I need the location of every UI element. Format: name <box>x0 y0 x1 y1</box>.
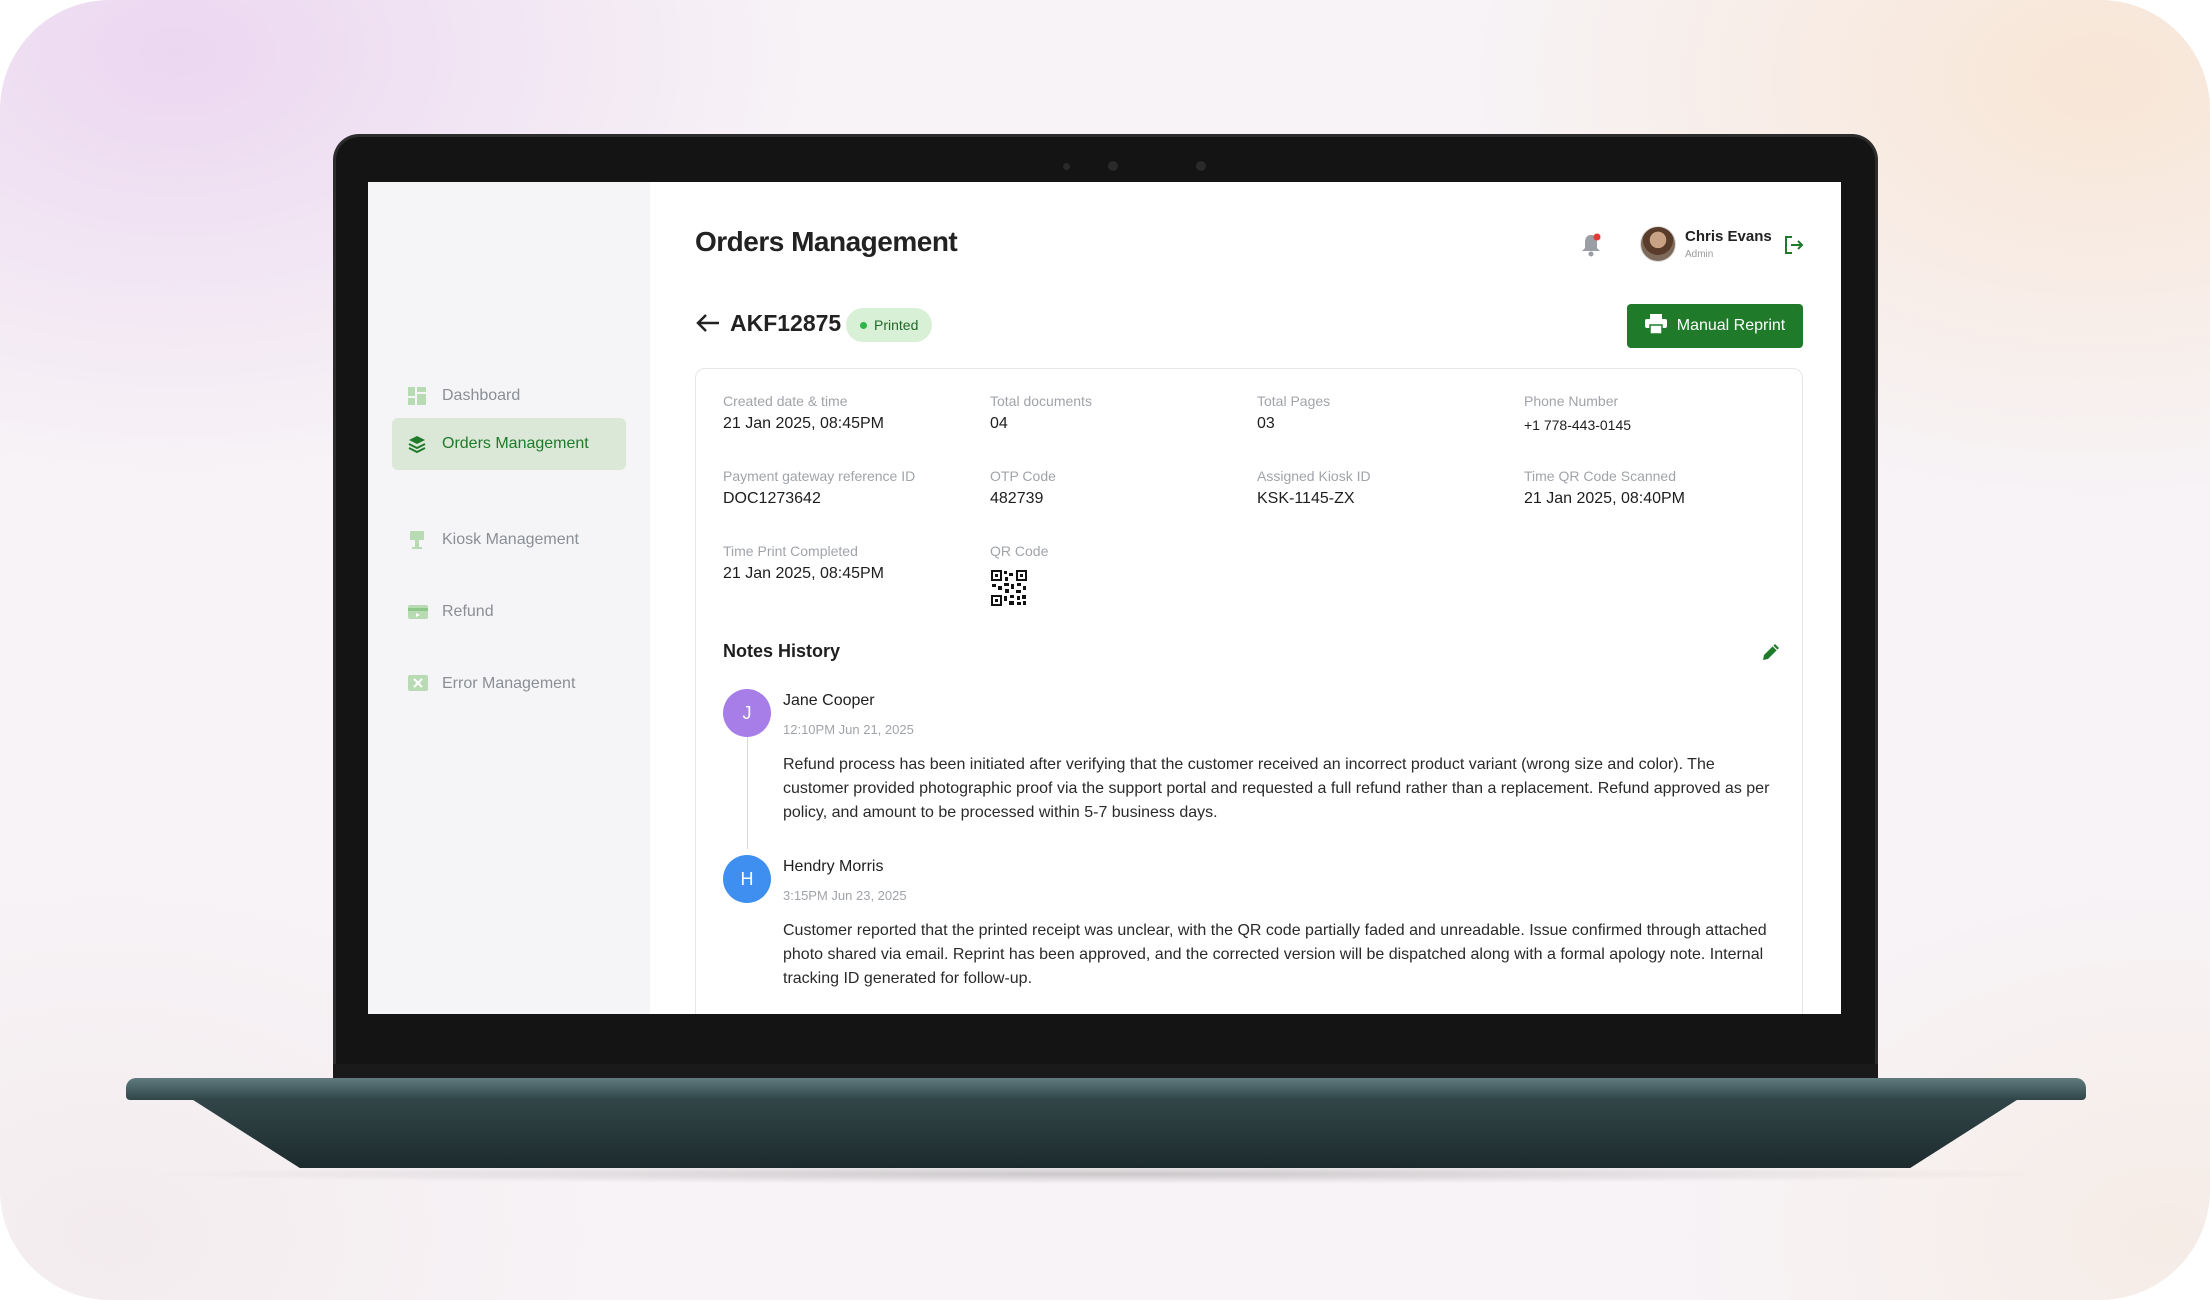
bell-icon[interactable] <box>1580 232 1602 258</box>
status-badge: Printed <box>846 308 933 342</box>
printer-icon <box>1644 313 1667 339</box>
laptop-shadow <box>140 1164 2070 1184</box>
field-value: 04 <box>990 415 1008 432</box>
field-label: Created date & time <box>723 393 848 409</box>
field-label: Assigned Kiosk ID <box>1257 468 1371 484</box>
manual-reprint-button[interactable]: Manual Reprint <box>1627 304 1803 348</box>
print-completed-field: Time Print Completed 21 Jan 2025, 08:45P… <box>723 543 983 583</box>
total-documents-field: Total documents 04 <box>990 393 1250 433</box>
note-text: Refund process has been initiated after … <box>783 756 1770 821</box>
error-icon <box>408 675 428 693</box>
field-label: Total Pages <box>1257 393 1331 409</box>
app-screen: Dashboard Orders Management Kiosk Manage… <box>368 182 1841 1014</box>
refund-icon <box>408 603 428 621</box>
sidebar-item-dashboard[interactable]: Dashboard <box>392 370 626 422</box>
field-value: 21 Jan 2025, 08:45PM <box>723 415 885 432</box>
field-label: Phone Number <box>1524 393 1619 409</box>
back-arrow-icon[interactable] <box>695 312 721 334</box>
field-label: Time Print Completed <box>723 543 858 559</box>
field-value: 21 Jan 2025, 08:40PM <box>1524 490 1686 507</box>
user-name: Chris Evans <box>1685 228 1772 245</box>
qr-code-icon[interactable] <box>990 569 1028 607</box>
field-value: 03 <box>1257 415 1275 432</box>
qr-scanned-time-field: Time QR Code Scanned 21 Jan 2025, 08:40P… <box>1524 468 1784 508</box>
note-timestamp: 3:15PM Jun 23, 2025 <box>783 888 907 903</box>
note-text: Customer reported that the printed recei… <box>783 922 1767 987</box>
order-id: AKF12875 <box>730 310 842 336</box>
sidebar-item-label: Kiosk Management <box>442 531 579 548</box>
laptop-base <box>126 1078 2086 1100</box>
field-label: Time QR Code Scanned <box>1524 468 1676 484</box>
field-label: Total documents <box>990 393 1092 409</box>
manual-reprint-label: Manual Reprint <box>1676 317 1786 334</box>
dashboard-icon <box>408 387 426 405</box>
field-value: 21 Jan 2025, 08:45PM <box>723 565 885 582</box>
total-pages-field: Total Pages 03 <box>1257 393 1517 433</box>
main-content: Orders Management Chris Evans Admin AKF1… <box>650 182 1841 1014</box>
field-value: 482739 <box>990 490 1044 507</box>
assigned-kiosk-field: Assigned Kiosk ID KSK-1145-ZX <box>1257 468 1517 508</box>
page-title: Orders Management <box>695 226 958 257</box>
qr-code-field: QR Code <box>990 543 1250 559</box>
phone-number-field: Phone Number +1 778-443-0145 <box>1524 393 1784 433</box>
sidebar-item-orders-management[interactable]: Orders Management <box>392 418 626 470</box>
note-avatar: H <box>723 855 771 903</box>
field-value: DOC1273642 <box>723 490 821 507</box>
camera-lens <box>1108 161 1118 171</box>
avatar[interactable] <box>1640 226 1676 262</box>
edit-pencil-icon[interactable] <box>1760 641 1782 663</box>
note-avatar: J <box>723 689 771 737</box>
user-role: Admin <box>1685 249 1714 260</box>
sidebar-item-label: Orders Management <box>442 435 589 452</box>
note-author: Jane Cooper <box>783 692 875 709</box>
note-author: Hendry Morris <box>783 858 884 875</box>
laptop-base-bottom <box>190 1098 2020 1168</box>
layers-icon <box>408 435 426 454</box>
camera-dot <box>1063 163 1070 170</box>
kiosk-icon <box>408 531 426 549</box>
note-timestamp: 12:10PM Jun 21, 2025 <box>783 722 914 737</box>
field-label: QR Code <box>990 543 1049 559</box>
field-value: KSK-1145-ZX <box>1257 490 1355 507</box>
sidebar-item-label: Error Management <box>442 675 576 692</box>
payment-reference-field: Payment gateway reference ID DOC1273642 <box>723 468 983 508</box>
logout-icon[interactable] <box>1783 234 1805 256</box>
otp-code-field: OTP Code 482739 <box>990 468 1250 508</box>
order-details-card: Created date & time 21 Jan 2025, 08:45PM… <box>695 368 1803 1014</box>
field-label: OTP Code <box>990 468 1056 484</box>
field-value: +1 778-443-0145 <box>1524 417 1632 433</box>
sidebar-item-label: Refund <box>442 603 494 620</box>
sidebar-item-error-management[interactable]: Error Management <box>392 658 626 710</box>
sidebar-item-label: Dashboard <box>442 387 521 404</box>
sidebar: Dashboard Orders Management Kiosk Manage… <box>368 182 650 1014</box>
created-date-field: Created date & time 21 Jan 2025, 08:45PM <box>723 393 983 433</box>
notes-history-title: Notes History <box>723 641 841 661</box>
sidebar-item-refund[interactable]: Refund <box>392 586 626 638</box>
sidebar-item-kiosk-management[interactable]: Kiosk Management <box>392 514 626 566</box>
field-label: Payment gateway reference ID <box>723 468 916 484</box>
sensor-dot <box>1196 161 1206 171</box>
